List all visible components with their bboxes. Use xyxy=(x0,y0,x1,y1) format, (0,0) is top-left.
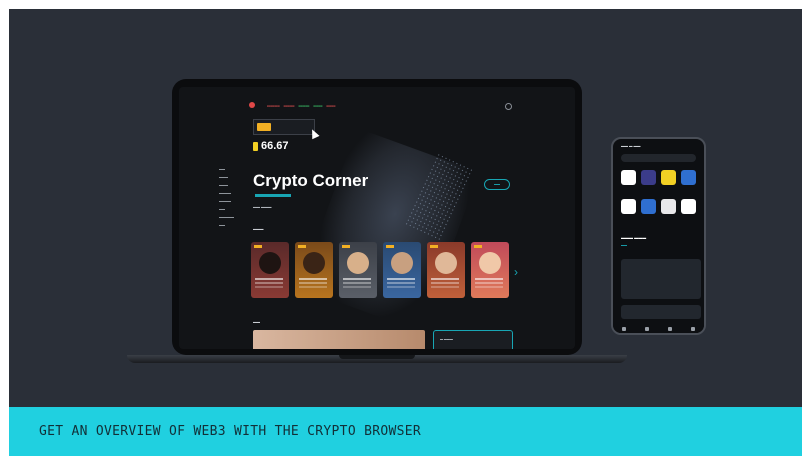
app-icon[interactable] xyxy=(681,199,696,214)
phone-status-bar: ▬▬ ▬ ▬▬ xyxy=(621,144,641,148)
hero-action-button[interactable]: ▬▬ xyxy=(484,179,510,190)
widget-button[interactable] xyxy=(257,123,271,131)
sidebar-item[interactable]: ▬▬ xyxy=(219,167,234,175)
caption-banner: GET AN OVERVIEW OF WEB3 WITH THE CRYPTO … xyxy=(9,407,802,456)
crypto-ticker: ▬▬▬▬▬▬▬ ▬▬▬▬▬▬ ▬▬▬▬▬▬ ▬▬▬▬▬ ▬▬▬▬▬ xyxy=(267,104,336,108)
youtube-icon[interactable] xyxy=(621,170,636,185)
person-card[interactable] xyxy=(339,242,377,298)
avatar xyxy=(479,252,501,274)
caption-text: GET AN OVERVIEW OF WEB3 WITH THE CRYPTO … xyxy=(39,424,421,439)
mouse-cursor-icon xyxy=(308,127,320,140)
card-text xyxy=(387,278,415,280)
background-stage: ▬▬▬▬▬▬▬ ▬▬▬▬▬▬ ▬▬▬▬▬▬ ▬▬▬▬▬ ▬▬▬▬▬ 66.67 … xyxy=(9,9,802,407)
coin-icon xyxy=(253,142,258,151)
person-card[interactable] xyxy=(251,242,289,298)
sidebar-item[interactable]: ▬▬▬▬ xyxy=(219,199,234,207)
search-input[interactable] xyxy=(621,154,696,162)
nav-icon[interactable] xyxy=(667,326,672,331)
app-icon[interactable] xyxy=(621,199,636,214)
app-icon[interactable] xyxy=(641,199,656,214)
people-carousel xyxy=(251,242,509,298)
app-icon[interactable] xyxy=(661,199,676,214)
phone: ▬▬ ▬ ▬▬ ▬▬▬ ▬▬▬ ▬▬ xyxy=(611,137,706,335)
news-panel-text: ▬ ▬▬▬ xyxy=(440,337,453,341)
news-image[interactable] xyxy=(253,330,425,349)
avatar xyxy=(347,252,369,274)
card-text xyxy=(299,278,327,280)
page-title: Crypto Corner xyxy=(253,171,369,190)
title-underline xyxy=(255,194,291,197)
news-section-label: ▬▬ xyxy=(253,320,260,324)
card-tag xyxy=(386,245,394,248)
widget-box xyxy=(253,119,315,135)
card-tag xyxy=(430,245,438,248)
sidebar-item[interactable]: ▬▬ xyxy=(219,207,234,215)
app-icon[interactable] xyxy=(681,170,696,185)
nav-icon[interactable] xyxy=(645,326,650,331)
avatar xyxy=(303,252,325,274)
app-icon[interactable] xyxy=(641,170,656,185)
app-icon[interactable] xyxy=(661,170,676,185)
phone-news-card[interactable] xyxy=(621,259,701,299)
sidebar-item[interactable]: ▬▬▬ xyxy=(219,175,234,183)
sidebar-item[interactable]: ▬▬▬▬ xyxy=(219,191,234,199)
person-card[interactable] xyxy=(471,242,509,298)
chevron-right-icon[interactable]: › xyxy=(514,265,518,279)
person-card[interactable] xyxy=(383,242,421,298)
laptop: ▬▬▬▬▬▬▬ ▬▬▬▬▬▬ ▬▬▬▬▬▬ ▬▬▬▬▬ ▬▬▬▬▬ 66.67 … xyxy=(172,79,582,355)
phone-section-tab[interactable]: ▬▬ xyxy=(621,243,627,247)
card-text xyxy=(343,278,371,280)
card-text xyxy=(431,278,459,280)
hero-subtitle: ▬▬ ▬▬▬ xyxy=(253,205,272,209)
nav-icon[interactable] xyxy=(690,326,695,331)
nav-icon[interactable] xyxy=(622,326,627,331)
card-text xyxy=(255,278,283,280)
laptop-notch xyxy=(339,355,415,359)
phone-section-title: ▬▬▬ ▬▬▬ xyxy=(621,235,647,240)
card-text xyxy=(475,278,503,280)
person-card[interactable] xyxy=(427,242,465,298)
speed-dial-grid xyxy=(621,170,696,214)
sidebar-item[interactable]: ▬▬ xyxy=(219,223,234,231)
card-tag xyxy=(342,245,350,248)
card-tag xyxy=(474,245,482,248)
card-tag xyxy=(254,245,262,248)
crypto-price: 66.67 xyxy=(261,140,289,152)
notification-icon[interactable] xyxy=(249,102,255,108)
phone-nav-bar xyxy=(613,324,704,333)
news-panel[interactable]: ▬ ▬▬▬ xyxy=(433,330,513,349)
avatar xyxy=(391,252,413,274)
sidebar: ▬▬ ▬▬▬ ▬▬▬ ▬▬▬▬ ▬▬▬▬ ▬▬ ▬▬▬▬▬ ▬▬ xyxy=(219,167,234,231)
settings-icon[interactable] xyxy=(505,103,512,110)
sidebar-item[interactable]: ▬▬▬▬▬ xyxy=(219,215,234,223)
people-section-label: ▬▬▬ xyxy=(253,227,264,231)
sidebar-item[interactable]: ▬▬▬ xyxy=(219,183,234,191)
person-card[interactable] xyxy=(295,242,333,298)
phone-news-card[interactable] xyxy=(621,305,701,319)
avatar xyxy=(435,252,457,274)
card-tag xyxy=(298,245,306,248)
avatar xyxy=(259,252,281,274)
laptop-screen: ▬▬▬▬▬▬▬ ▬▬▬▬▬▬ ▬▬▬▬▬▬ ▬▬▬▬▬ ▬▬▬▬▬ 66.67 … xyxy=(179,87,575,349)
